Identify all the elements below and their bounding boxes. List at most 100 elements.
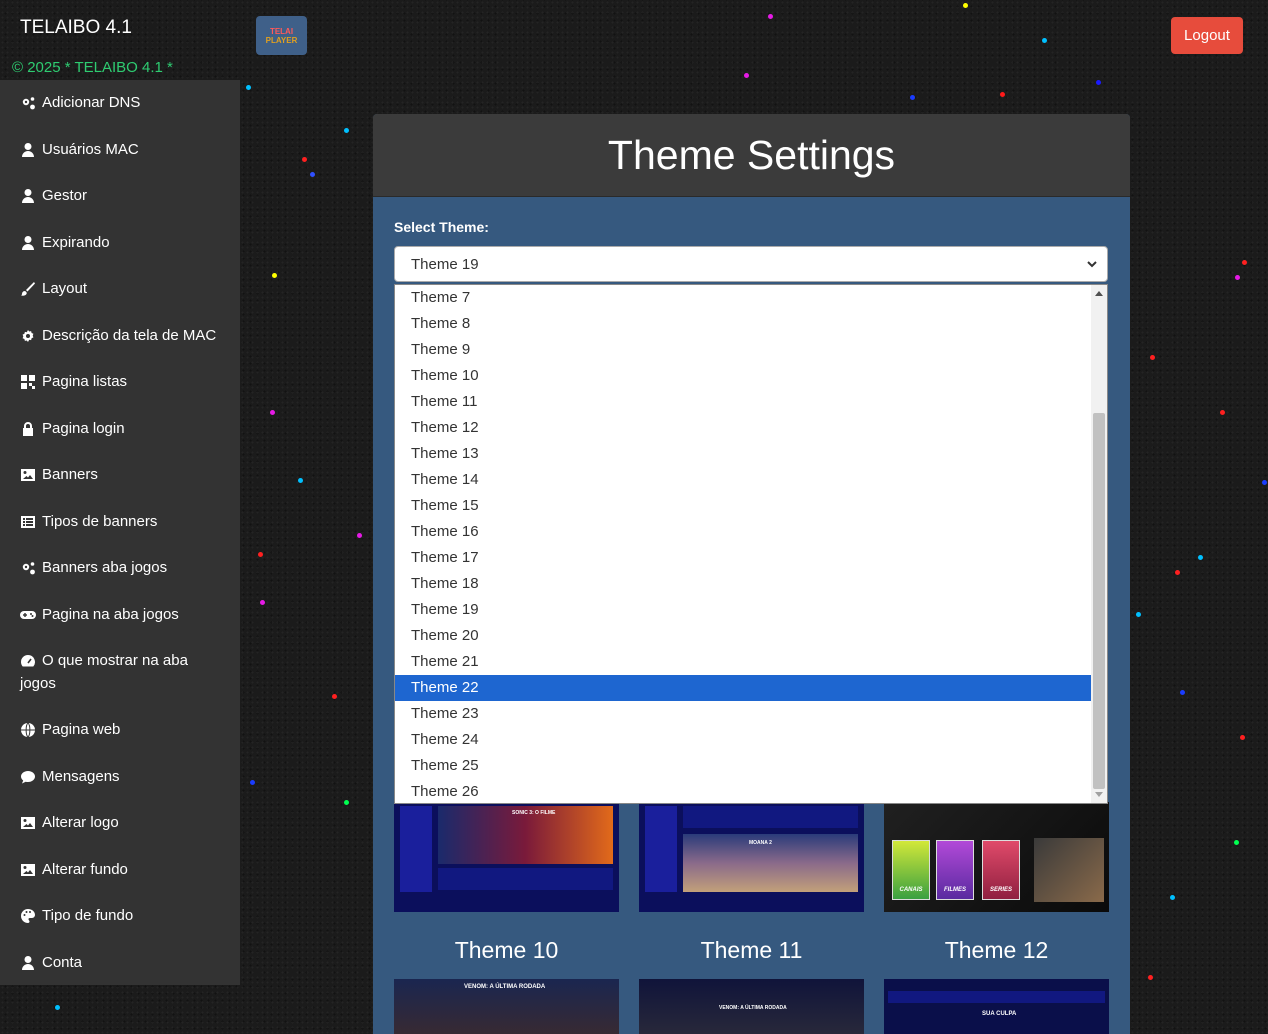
dropdown-option[interactable]: Theme 8 xyxy=(395,311,1075,337)
theme-preview-7[interactable]: SONIC 3: O FILME xyxy=(394,802,619,912)
sidebar-item-label: Mensagens xyxy=(42,768,120,785)
dropdown-option[interactable]: Theme 9 xyxy=(395,337,1075,363)
dropdown-option[interactable]: Theme 20 xyxy=(395,623,1075,649)
preview-title: SUA CULPA xyxy=(982,1011,1017,1017)
sidebar-item-label: O que mostrar na aba jogos xyxy=(20,652,188,692)
particle-dot xyxy=(258,552,263,557)
dropdown-option[interactable]: Theme 21 xyxy=(395,649,1075,675)
dropdown-option[interactable]: Theme 13 xyxy=(395,441,1075,467)
theme-preview-8[interactable]: MOANA 2 xyxy=(639,802,864,912)
particle-dot xyxy=(270,410,275,415)
preview-menu-bar xyxy=(438,868,613,890)
sidebar-item-label: Alterar logo xyxy=(42,814,119,831)
sidebar-item-label: Pagina na aba jogos xyxy=(42,606,179,623)
sidebar-item-6[interactable]: Descrição da tela de MAC xyxy=(0,324,240,347)
sidebar-item-label: Adicionar DNS xyxy=(42,94,141,111)
dropdown-option[interactable]: Theme 16 xyxy=(395,519,1075,545)
dropdown-option[interactable]: Theme 10 xyxy=(395,363,1075,389)
sidebar-item-2[interactable]: Usuários MAC xyxy=(0,138,240,161)
dropdown-option[interactable]: Theme 23 xyxy=(395,701,1075,727)
copyright-text: © 2025 * TELAIBO 4.1 * xyxy=(12,59,173,76)
theme-preview-9[interactable]: CANAIS FILMES SERIES xyxy=(884,802,1109,912)
particle-dot xyxy=(310,172,315,177)
cogs-icon xyxy=(20,556,42,579)
dropdown-scrollbar[interactable] xyxy=(1091,285,1107,803)
user-icon xyxy=(20,231,42,254)
sidebar-item-label: Tipo de fundo xyxy=(42,907,134,924)
sidebar-item-11[interactable]: Banners aba jogos xyxy=(0,556,240,579)
comment-icon xyxy=(20,765,42,788)
particle-dot xyxy=(1136,612,1141,617)
theme-dropdown-list[interactable]: Theme 7 Theme 8 Theme 9 Theme 10 Theme 11 The… xyxy=(394,284,1108,804)
chevron-down-icon xyxy=(1087,261,1097,268)
sidebar-item-10[interactable]: Tipos de banners xyxy=(0,510,240,533)
particle-dot xyxy=(302,157,307,162)
sidebar-item-4[interactable]: Expirando xyxy=(0,231,240,254)
scroll-up-arrow-icon[interactable] xyxy=(1091,285,1107,301)
particle-dot xyxy=(357,533,362,538)
sidebar-item-17[interactable]: Alterar fundo xyxy=(0,858,240,881)
theme-preview-10[interactable]: VENOM: A ÚLTIMA RODADA xyxy=(394,979,619,1034)
gear-icon xyxy=(20,324,42,347)
theme-caption-10: Theme 10 xyxy=(454,937,559,963)
particle-dot xyxy=(768,14,773,19)
particle-dot xyxy=(1150,355,1155,360)
dropdown-option[interactable]: Theme 26 xyxy=(395,779,1075,803)
particle-dot xyxy=(744,73,749,78)
dropdown-option[interactable]: Theme 15 xyxy=(395,493,1075,519)
dropdown-option[interactable]: Theme 11 xyxy=(395,389,1075,415)
palette-icon xyxy=(20,904,42,927)
preview-menu-bar xyxy=(888,991,1105,1003)
scroll-down-arrow-icon[interactable] xyxy=(1091,787,1107,803)
sidebar-item-3[interactable]: Gestor xyxy=(0,184,240,207)
dropdown-option[interactable]: Theme 22 xyxy=(395,675,1091,701)
dropdown-option[interactable]: Theme 12 xyxy=(395,415,1075,441)
dropdown-option[interactable]: Theme 7 xyxy=(395,285,1075,311)
dropdown-option[interactable]: Theme 18 xyxy=(395,571,1075,597)
sidebar-item-label: Descrição da tela de MAC xyxy=(42,327,217,344)
image-icon xyxy=(20,811,42,834)
scrollbar-thumb[interactable] xyxy=(1093,413,1105,789)
theme-caption-12: Theme 12 xyxy=(944,937,1049,963)
preview-title: VENOM: A ÚLTIMA RODADA xyxy=(719,1005,787,1011)
particle-dot xyxy=(1198,555,1203,560)
preview-card-canais: CANAIS xyxy=(892,840,930,900)
sidebar-item-label: Expirando xyxy=(42,234,110,251)
sidebar-item-label: Banners aba jogos xyxy=(42,559,168,576)
preview-banner xyxy=(1034,838,1104,902)
sidebar-item-12[interactable]: Pagina na aba jogos xyxy=(0,603,240,626)
image-icon xyxy=(20,463,42,486)
theme-select-value: Theme 19 xyxy=(411,255,479,273)
dropdown-option[interactable]: Theme 25 xyxy=(395,753,1075,779)
sidebar-item-5[interactable]: Layout xyxy=(0,277,240,300)
dropdown-option[interactable]: Theme 17 xyxy=(395,545,1075,571)
sidebar-item-8[interactable]: Pagina login xyxy=(0,417,240,440)
particle-dot xyxy=(1175,570,1180,575)
theme-preview-12[interactable]: SUA CULPA xyxy=(884,979,1109,1034)
dropdown-option[interactable]: Theme 14 xyxy=(395,467,1075,493)
logout-button[interactable]: Logout xyxy=(1171,17,1243,54)
user-icon xyxy=(20,184,42,207)
particle-dot xyxy=(1180,690,1185,695)
sidebar-item-1[interactable]: Adicionar DNS xyxy=(0,91,240,114)
sidebar-item-18[interactable]: Tipo de fundo xyxy=(0,904,240,927)
sidebar-item-14[interactable]: Pagina web xyxy=(0,718,240,741)
sidebar-item-19[interactable]: Conta xyxy=(0,951,240,974)
theme-preview-11[interactable]: VENOM: A ÚLTIMA RODADA xyxy=(639,979,864,1034)
sidebar-item-7[interactable]: Pagina listas xyxy=(0,370,240,393)
panel-header: Theme Settings xyxy=(373,114,1130,197)
theme-select[interactable]: Theme 19 xyxy=(394,246,1108,282)
particle-dot xyxy=(1234,840,1239,845)
sidebar-item-16[interactable]: Alterar logo xyxy=(0,811,240,834)
logo-text-top: TELAI xyxy=(269,26,294,36)
particle-dot xyxy=(1235,275,1240,280)
brush-icon xyxy=(20,277,42,300)
sidebar-item-15[interactable]: Mensagens xyxy=(0,765,240,788)
sidebar: Adicionar DNS Usuários MAC Gestor Expirando… xyxy=(0,80,240,985)
dropdown-option[interactable]: Theme 19 xyxy=(395,597,1075,623)
particle-dot xyxy=(1242,260,1247,265)
particle-dot xyxy=(344,800,349,805)
dropdown-option[interactable]: Theme 24 xyxy=(395,727,1075,753)
sidebar-item-13[interactable]: O que mostrar na aba jogos xyxy=(0,649,240,695)
sidebar-item-9[interactable]: Banners xyxy=(0,463,240,486)
